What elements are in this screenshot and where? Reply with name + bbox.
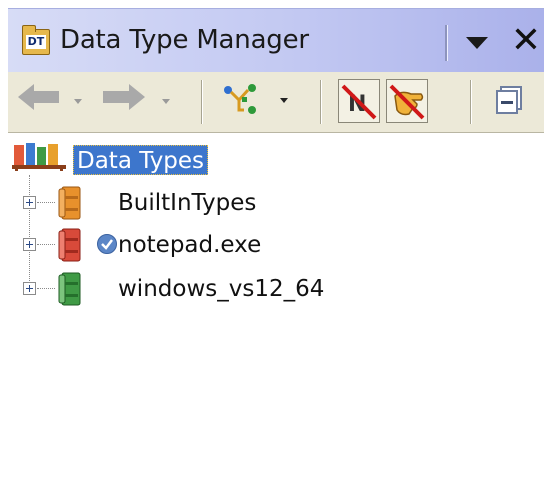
window-title: Data Type Manager — [60, 25, 309, 55]
collapse-all-button[interactable] — [496, 86, 524, 116]
expand-icon[interactable] — [23, 196, 36, 209]
collapse-all-icon — [496, 86, 522, 114]
filter-arrays-toggle[interactable]: N — [338, 79, 380, 123]
window-left-margin — [0, 0, 8, 479]
data-type-tree: Data Types BuiltInTypes notepad.exe wind… — [8, 133, 544, 479]
filter-arrays-icon: N — [341, 84, 377, 120]
book-red-icon — [58, 228, 81, 262]
tree-root-data-types[interactable]: Data Types — [73, 145, 209, 175]
title-bar: DT Data Type Manager ✕ — [8, 8, 544, 72]
window-menu-button[interactable] — [463, 31, 493, 53]
merge-datatypes-button[interactable] — [222, 82, 262, 118]
expand-icon[interactable] — [23, 282, 36, 295]
book-orange-icon — [58, 186, 81, 220]
title-separator — [445, 25, 448, 61]
toolbar-separator — [320, 80, 322, 124]
back-button[interactable] — [18, 80, 64, 120]
filter-pointers-icon — [389, 84, 425, 120]
tree-item-notepad[interactable]: notepad.exe — [8, 227, 544, 267]
data-type-manager-icon: DT — [22, 25, 50, 55]
toolbar-separator — [201, 80, 203, 124]
close-button[interactable]: ✕ — [508, 21, 544, 61]
book-green-icon — [58, 272, 81, 306]
merge-datatypes-icon — [224, 84, 256, 114]
filter-pointers-toggle[interactable] — [386, 79, 428, 123]
merge-dropdown[interactable] — [280, 98, 288, 103]
toolbar-separator — [470, 80, 472, 124]
tree-item-label: BuiltInTypes — [118, 190, 257, 216]
check-circle-icon — [97, 234, 117, 254]
data-type-manager-window: DT Data Type Manager ✕ N Data Types Buil… — [0, 0, 544, 479]
tree-item-windows-vs12-64[interactable]: windows_vs12_64 — [8, 271, 544, 311]
expand-icon[interactable] — [23, 238, 36, 251]
forward-button[interactable] — [103, 80, 149, 120]
forward-history-dropdown[interactable] — [162, 99, 170, 104]
dropdown-triangle-icon — [466, 37, 488, 49]
toolbar: N — [8, 72, 544, 133]
bookshelf-icon — [12, 143, 66, 171]
back-history-dropdown[interactable] — [74, 99, 82, 104]
tree-item-builtintypes[interactable]: BuiltInTypes — [8, 185, 544, 225]
tree-item-label: notepad.exe — [118, 232, 262, 258]
tree-item-label: windows_vs12_64 — [118, 276, 325, 302]
